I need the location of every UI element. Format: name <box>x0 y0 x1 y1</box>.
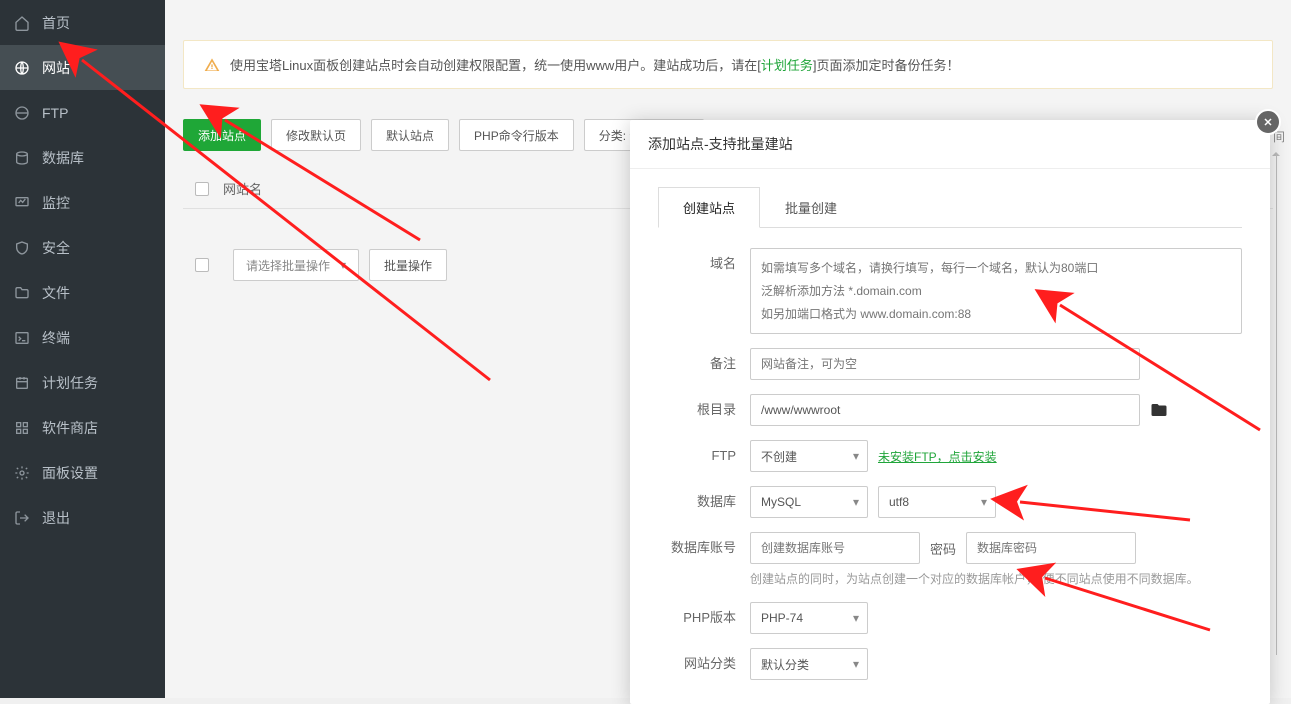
monitor-icon <box>14 195 30 211</box>
folder-icon <box>14 285 30 301</box>
db-hint-text: 创建站点的同时，为站点创建一个对应的数据库帐户，*便不同站点使用不同数据库。 <box>750 570 1199 588</box>
root-input[interactable] <box>750 394 1140 426</box>
logout-icon <box>14 510 30 526</box>
caret-down-icon: ▾ <box>853 657 859 671</box>
sidebar-item-label: 监控 <box>42 193 70 213</box>
apps-icon <box>14 420 30 436</box>
gear-icon <box>14 465 30 481</box>
label-db-account: 数据库账号 <box>658 532 750 564</box>
column-header-name[interactable]: 网站名 <box>223 179 262 198</box>
domain-textarea[interactable] <box>750 248 1242 334</box>
sidebar-item-store[interactable]: 软件商店 <box>0 405 165 450</box>
sidebar-item-home[interactable]: 首页 <box>0 0 165 45</box>
sidebar-item-label: FTP <box>42 105 68 121</box>
caret-down-icon: ▾ <box>853 611 859 625</box>
sidebar-item-label: 网站 <box>42 58 70 78</box>
sidebar-item-files[interactable]: 文件 <box>0 270 165 315</box>
caret-down-icon: ▾ <box>853 495 859 509</box>
modal-form: 域名 备注 根目录 FTP 不创建▾ <box>630 228 1270 704</box>
sidebar-item-label: 文件 <box>42 283 70 303</box>
tab-batch-create[interactable]: 批量创建 <box>760 187 862 228</box>
tab-create-site[interactable]: 创建站点 <box>658 187 760 228</box>
notice-text: 使用宝塔Linux面板创建站点时会自动创建权限配置，统一使用www用户。建站成功… <box>230 55 960 74</box>
caret-down-icon: ▾ <box>981 495 987 509</box>
label-php: PHP版本 <box>658 602 750 634</box>
batch-checkbox[interactable] <box>195 258 209 272</box>
globe-icon <box>14 60 30 76</box>
sidebar-item-website[interactable]: 网站 <box>0 45 165 90</box>
warning-icon <box>204 57 220 73</box>
sidebar-item-label: 终端 <box>42 328 70 348</box>
sidebar-item-terminal[interactable]: 终端 <box>0 315 165 360</box>
label-password: 密码 <box>930 539 956 558</box>
sidebar-item-label: 首页 <box>42 13 70 33</box>
shield-icon <box>14 240 30 256</box>
remark-input[interactable] <box>750 348 1140 380</box>
sidebar-item-label: 退出 <box>42 508 70 528</box>
label-ftp: FTP <box>658 440 750 472</box>
notice-banner: 使用宝塔Linux面板创建站点时会自动创建权限配置，统一使用www用户。建站成功… <box>183 40 1273 89</box>
sidebar: 首页 网站 FTP 数据库 监控 安全 文件 终端 计划任务 软件商店 面板设置 <box>0 0 165 698</box>
ftp-install-link[interactable]: 未安装FTP，点击安装 <box>878 448 997 465</box>
sidebar-item-security[interactable]: 安全 <box>0 225 165 270</box>
php-cli-button[interactable]: PHP命令行版本 <box>459 119 574 151</box>
notice-link[interactable]: 计划任务 <box>761 58 813 73</box>
globe2-icon <box>14 105 30 121</box>
sidebar-item-label: 软件商店 <box>42 418 98 438</box>
sidebar-item-label: 安全 <box>42 238 70 258</box>
terminal-icon <box>14 330 30 346</box>
caret-down-icon: ▾ <box>853 449 859 463</box>
sidebar-item-label: 计划任务 <box>42 373 98 393</box>
db-type-select[interactable]: MySQL▾ <box>750 486 868 518</box>
label-category: 网站分类 <box>658 648 750 680</box>
modal-title: 添加站点-支持批量建站 <box>630 120 1270 169</box>
batch-select[interactable]: 请选择批量操作▾ <box>233 249 359 281</box>
modal-tabs: 创建站点 批量创建 <box>658 187 1242 228</box>
label-root: 根目录 <box>658 394 750 426</box>
db-password-input[interactable] <box>966 532 1136 564</box>
caret-down-icon: ▾ <box>340 258 346 272</box>
sidebar-item-label: 数据库 <box>42 148 84 168</box>
home-icon <box>14 15 30 31</box>
label-db: 数据库 <box>658 486 750 518</box>
db-charset-select[interactable]: utf8▾ <box>878 486 996 518</box>
select-all-checkbox[interactable] <box>195 182 209 196</box>
sidebar-item-database[interactable]: 数据库 <box>0 135 165 180</box>
batch-op-button[interactable]: 批量操作 <box>369 249 447 281</box>
site-category-select[interactable]: 默认分类▾ <box>750 648 868 680</box>
modify-default-button[interactable]: 修改默认页 <box>271 119 361 151</box>
sidebar-item-ftp[interactable]: FTP <box>0 90 165 135</box>
label-remark: 备注 <box>658 348 750 380</box>
sidebar-item-logout[interactable]: 退出 <box>0 495 165 540</box>
label-domain: 域名 <box>658 248 750 280</box>
add-site-button[interactable]: 添加站点 <box>183 119 261 151</box>
folder-browse-icon[interactable] <box>1150 401 1168 419</box>
sidebar-item-label: 面板设置 <box>42 463 98 483</box>
ftp-select[interactable]: 不创建▾ <box>750 440 868 472</box>
schedule-icon <box>14 375 30 391</box>
php-version-select[interactable]: PHP-74▾ <box>750 602 868 634</box>
sidebar-item-monitor[interactable]: 监控 <box>0 180 165 225</box>
sidebar-item-settings[interactable]: 面板设置 <box>0 450 165 495</box>
database-icon <box>14 150 30 166</box>
sidebar-item-schedule[interactable]: 计划任务 <box>0 360 165 405</box>
modal-close-button[interactable] <box>1255 109 1281 135</box>
add-site-modal: 添加站点-支持批量建站 创建站点 批量创建 域名 备注 根目录 <box>630 120 1270 704</box>
default-site-button[interactable]: 默认站点 <box>371 119 449 151</box>
db-account-input[interactable] <box>750 532 920 564</box>
